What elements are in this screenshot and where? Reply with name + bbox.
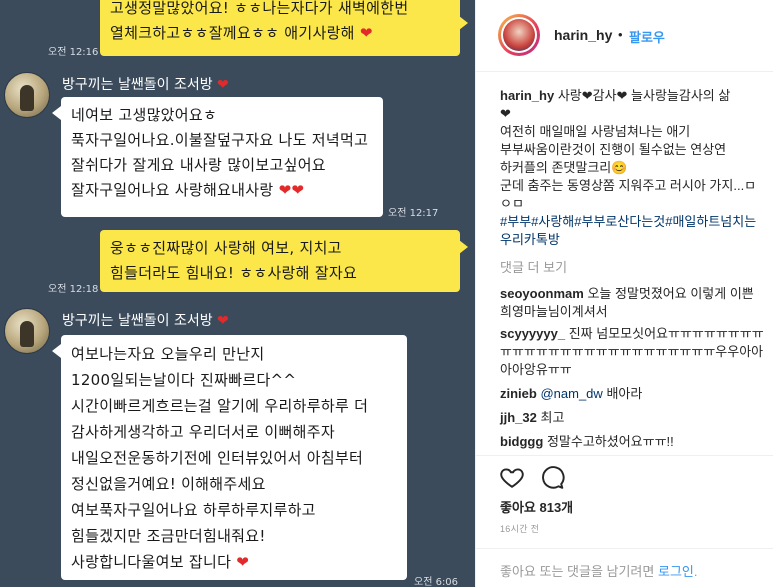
message-line: 웅ㅎㅎ진짜많이 사랑해 여보, 지치고 xyxy=(110,239,342,257)
login-link[interactable]: 로그인 xyxy=(658,564,694,579)
comment-username[interactable]: jjh_32 xyxy=(500,410,537,425)
login-prompt: 좋아요 또는 댓글을 남기려면 로그인. xyxy=(500,564,698,579)
comment: jjh_32 최고 xyxy=(500,409,765,427)
caption-username[interactable]: harin_hy xyxy=(500,88,554,103)
post-username[interactable]: harin_hy xyxy=(554,27,612,43)
like-count[interactable]: 좋아요 813개 xyxy=(500,497,573,516)
sender-name: 방구끼는 날쌘돌이 조서방 ❤ xyxy=(62,77,229,93)
sent-message-bubble: 고생정말많았어요! ㅎㅎ나는자다가 새벽에한번 열체크하고ㅎㅎ잘께요ㅎㅎ 애기사… xyxy=(100,0,460,56)
message-line: 1200일되는날이다 진짜빠르다^^ xyxy=(71,371,297,389)
message-line: 내일오전운동하기전에 인터뷰있어서 아침부터 xyxy=(71,449,364,467)
comment-text: 배아라 xyxy=(606,386,643,401)
sender-avatar xyxy=(4,308,50,354)
post-timestamp[interactable]: 16시간 전 xyxy=(500,522,539,535)
message-line: 여보나는자요 오늘우리 만난지 xyxy=(71,345,265,363)
heart-icon: ❤ xyxy=(217,313,229,329)
message-line: 사랑합니다울여보 잡니다 ❤ xyxy=(71,553,250,571)
message-line: 잘쉬다가 잘게요 내사랑 많이보고싶어요 xyxy=(71,156,326,174)
message-line: 열체크하고ㅎㅎ잘께요ㅎㅎ 애기사랑해 ❤ xyxy=(110,24,373,42)
bubble-tail xyxy=(52,106,61,120)
message-line: 고생정말많았어요! ㅎㅎ나는자다가 새벽에한번 xyxy=(110,0,409,17)
separator-dot: • xyxy=(618,27,623,42)
caption-line: 하커플의 존댓말크리😊 xyxy=(500,160,628,175)
hashtags[interactable]: #부부#사랑해#부부로산다는것#매일하트넘치는우리카톡방 xyxy=(500,214,756,247)
received-message-bubble: 네여보 고생많았어요ㅎ 푹자구일어나요.이불잘덮구자요 나도 저녁먹고 잘쉬다가… xyxy=(61,97,383,217)
received-message-bubble: 여보나는자요 오늘우리 만난지 1200일되는날이다 진짜빠르다^^ 시간이빠르… xyxy=(61,335,407,580)
heart-icon: ❤ xyxy=(236,553,250,571)
message-time: 오전 12:16 xyxy=(48,47,99,58)
heart-outline-icon[interactable] xyxy=(499,464,525,490)
bubble-tail xyxy=(52,344,61,358)
comment: seoyoonmam 오늘 정말멋졌어요 이렇게 이쁜 희영마늘님이계셔서 xyxy=(500,285,765,321)
sender-name: 방구끼는 날쌘돌이 조서방 ❤ xyxy=(62,313,229,329)
message-line: 시간이빠르게흐르는걸 알기에 우리하루하루 더 xyxy=(71,397,369,415)
message-time: 오전 6:06 xyxy=(414,577,459,587)
message-line: 여보푹자구일어나요 하루하루지루하고 xyxy=(71,501,316,519)
comment-username[interactable]: zinieb xyxy=(500,386,537,401)
caption-line: 여전히 매일매일 사랑넘쳐나는 애기 xyxy=(500,124,691,139)
post-sidebar: harin_hy • 팔로우 harin_hy 사랑❤감사❤ 늘사랑늘감사의 삶… xyxy=(475,0,773,587)
message-line: 정신없을거예요! 이해해주세요 xyxy=(71,475,266,493)
sender-avatar xyxy=(4,72,50,118)
comment-text: 최고 xyxy=(540,410,565,425)
comment-username[interactable]: seoyoonmam xyxy=(500,286,584,301)
message-line: 푹자구일어나요.이불잘덮구자요 나도 저녁먹고 xyxy=(71,131,369,149)
heart-icon: ❤❤ xyxy=(278,181,305,199)
follow-button[interactable]: 팔로우 xyxy=(629,27,665,46)
caption-line: ❤ xyxy=(500,106,511,121)
post-caption: harin_hy 사랑❤감사❤ 늘사랑늘감사의 삶 ❤ 여전히 매일매일 사랑넘… xyxy=(500,87,765,249)
heart-icon: ❤ xyxy=(359,24,373,42)
message-line: 네여보 고생많았어요ㅎ xyxy=(71,106,218,124)
message-line: 힘들더라도 힘내요! ㅎㅎ사랑해 잘자요 xyxy=(110,264,358,282)
load-more-comments[interactable]: 댓글 더 보기 xyxy=(500,257,567,276)
login-bar: 좋아요 또는 댓글을 남기려면 로그인. xyxy=(476,548,773,587)
bubble-tail xyxy=(459,16,468,30)
post-header: harin_hy • 팔로우 xyxy=(476,0,773,72)
comment: bidggg 정말수고하셨어요ㅠㅠ!! xyxy=(500,433,765,451)
caption-line: 부부싸움이란것이 진행이 될수없는 연상연 xyxy=(500,142,727,157)
bubble-tail xyxy=(459,240,468,254)
comment-username[interactable]: bidggg xyxy=(500,434,543,449)
message-time: 오전 12:18 xyxy=(48,284,99,295)
comment-mention[interactable]: @nam_dw xyxy=(540,386,602,401)
speech-bubble-icon[interactable] xyxy=(539,464,565,490)
comment: scyyyyyy_ 진짜 넘모모싯어요ㅠㅠㅠㅠㅠㅠㅠㅠㅠㅠㅠㅠㅠㅠㅠㅠㅠㅠㅠㅠㅠ… xyxy=(500,325,765,379)
caption-line: 군데 춤주는 동영상쫌 지워주고 러시아 가지...ㅁㅇㅁ xyxy=(500,178,757,211)
message-line: 감사하게생각하고 우리더서로 이뻐해주자 xyxy=(71,423,335,441)
comment: zinieb @nam_dw 배아라 xyxy=(500,385,765,403)
chat-screenshot: 고생정말많았어요! ㅎㅎ나는자다가 새벽에한번 열체크하고ㅎㅎ잘께요ㅎㅎ 애기사… xyxy=(0,0,475,587)
message-time: 오전 12:17 xyxy=(388,208,439,219)
comment-text: 정말수고하셨어요ㅠㅠ!! xyxy=(546,434,674,449)
sent-message-bubble: 웅ㅎㅎ진짜많이 사랑해 여보, 지치고 힘들더라도 힘내요! ㅎㅎ사랑해 잘자요 xyxy=(100,230,460,292)
comment-username[interactable]: scyyyyyy_ xyxy=(500,326,565,341)
profile-avatar[interactable] xyxy=(498,14,540,56)
heart-icon: ❤ xyxy=(217,77,229,93)
message-line: 잘자구일어나요 사랑해요내사랑 ❤❤ xyxy=(71,181,305,199)
caption-line: 사랑❤감사❤ 늘사랑늘감사의 삶 xyxy=(557,88,731,103)
message-line: 힘들겠지만 조금만더힘내줘요! xyxy=(71,527,266,545)
